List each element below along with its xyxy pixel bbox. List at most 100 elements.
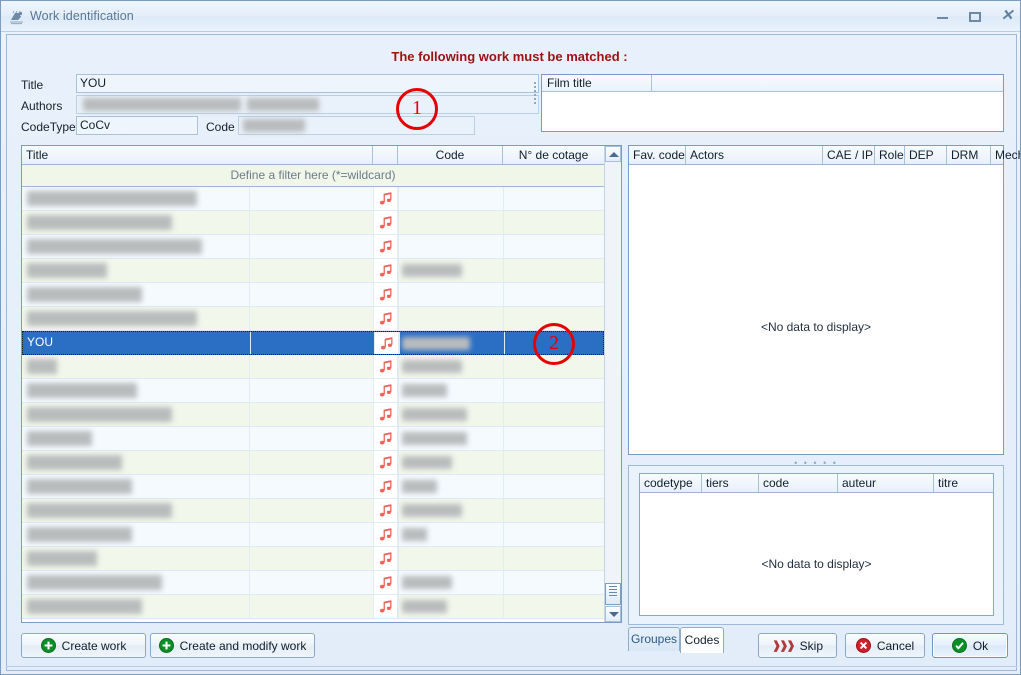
row-icon-cell[interactable] — [373, 451, 398, 474]
row-column-divider — [249, 403, 250, 426]
music-note-icon — [378, 311, 394, 327]
column-header-auteur[interactable]: auteur — [838, 474, 934, 492]
row-column-divider-2 — [398, 259, 399, 282]
annotation-1: 1 — [396, 88, 438, 130]
tab-groupes[interactable]: Groupes — [628, 627, 680, 651]
row-column-divider — [249, 379, 250, 402]
filter-row[interactable]: Define a filter here (*=wildcard) — [22, 165, 604, 187]
table-row[interactable] — [22, 235, 604, 259]
create-work-button[interactable]: Create work — [21, 633, 146, 658]
works-grid-scrollbar[interactable] — [604, 146, 621, 622]
row-icon-cell[interactable] — [373, 523, 398, 546]
table-row[interactable] — [22, 307, 604, 331]
table-row[interactable]: YOU — [22, 331, 604, 355]
title-field[interactable]: YOU — [76, 74, 539, 93]
row-column-divider-3 — [503, 571, 504, 594]
row-icon-cell[interactable] — [373, 355, 398, 378]
scroll-down-button[interactable] — [605, 606, 621, 622]
column-header-fav-code[interactable]: Fav. code — [629, 146, 686, 164]
row-icon-cell[interactable] — [373, 427, 398, 450]
row-column-divider — [250, 332, 251, 354]
row-column-divider-3 — [503, 427, 504, 450]
row-column-divider-3 — [503, 595, 504, 618]
column-header-title[interactable]: Title — [22, 146, 373, 164]
app-icon — [9, 9, 25, 25]
authors-redaction — [83, 98, 241, 111]
table-row[interactable] — [22, 427, 604, 451]
table-row[interactable] — [22, 187, 604, 211]
row-column-divider-3 — [503, 523, 504, 546]
column-header-drm[interactable]: DRM — [947, 146, 991, 164]
column-header-cotage[interactable]: N° de cotage — [503, 146, 604, 164]
column-header-titre[interactable]: titre — [934, 474, 993, 492]
scroll-up-button[interactable] — [605, 146, 621, 162]
row-icon-cell[interactable] — [373, 547, 398, 570]
row-icon-cell[interactable] — [373, 307, 398, 330]
skip-icon: ❱❱❱ — [772, 640, 796, 652]
row-column-divider-2 — [398, 283, 399, 306]
table-row[interactable] — [22, 355, 604, 379]
table-row[interactable] — [22, 595, 604, 619]
column-header-icon[interactable] — [373, 146, 398, 164]
row-column-divider — [249, 355, 250, 378]
row-icon-cell[interactable] — [373, 259, 398, 282]
minimize-button[interactable] — [934, 8, 952, 26]
window-title: Work identification — [30, 9, 134, 23]
close-button[interactable]: ✕ — [998, 7, 1016, 26]
column-header-role[interactable]: Role — [875, 146, 905, 164]
column-header-mech[interactable]: Mech — [991, 146, 1020, 164]
row-icon-cell[interactable] — [373, 499, 398, 522]
table-row[interactable] — [22, 523, 604, 547]
row-icon-cell[interactable] — [373, 379, 398, 402]
ok-button[interactable]: Ok — [932, 633, 1008, 658]
column-header-code[interactable]: Code — [398, 146, 503, 164]
table-row-title-redaction — [27, 215, 172, 230]
table-row[interactable] — [22, 475, 604, 499]
table-row[interactable] — [22, 379, 604, 403]
form-splitter[interactable] — [533, 80, 538, 128]
maximize-button[interactable] — [966, 8, 984, 26]
column-header-dep[interactable]: DEP — [905, 146, 947, 164]
row-icon-cell[interactable] — [374, 332, 399, 354]
row-icon-cell[interactable] — [373, 403, 398, 426]
column-header-actors[interactable]: Actors — [686, 146, 823, 164]
plus-circle-icon — [40, 638, 56, 653]
codetype-field[interactable]: CoCv — [76, 116, 198, 135]
table-row-code-redaction — [402, 600, 447, 613]
client-area: The following work must be matched : Tit… — [6, 34, 1020, 671]
create-and-modify-work-button[interactable]: Create and modify work — [150, 633, 315, 658]
column-header-code[interactable]: code — [759, 474, 838, 492]
row-icon-cell[interactable] — [373, 187, 398, 210]
column-header-cae-ipi[interactable]: CAE / IPI — [823, 146, 875, 164]
cancel-button[interactable]: Cancel — [845, 633, 925, 658]
row-column-divider-2 — [398, 307, 399, 330]
table-row[interactable] — [22, 571, 604, 595]
table-row-title-redaction — [27, 551, 97, 566]
table-row[interactable] — [22, 451, 604, 475]
music-note-icon — [378, 575, 394, 591]
film-title-panel: Film title — [541, 74, 1004, 132]
row-icon-cell[interactable] — [373, 211, 398, 234]
film-title-column-header[interactable]: Film title — [542, 75, 652, 91]
table-row[interactable] — [22, 499, 604, 523]
column-header-tiers[interactable]: tiers — [702, 474, 759, 492]
row-icon-cell[interactable] — [373, 283, 398, 306]
table-row[interactable] — [22, 547, 604, 571]
scrollbar-thumb[interactable] — [605, 583, 621, 605]
film-title-column-header-2[interactable] — [652, 75, 1003, 91]
row-icon-cell[interactable] — [373, 571, 398, 594]
table-row[interactable] — [22, 259, 604, 283]
annotation-2: 2 — [533, 323, 575, 365]
row-icon-cell[interactable] — [373, 595, 398, 618]
row-icon-cell[interactable] — [373, 475, 398, 498]
skip-button[interactable]: ❱❱❱ Skip — [758, 633, 837, 658]
table-row[interactable] — [22, 403, 604, 427]
row-column-divider — [249, 475, 250, 498]
column-header-codetype[interactable]: codetype — [640, 474, 702, 492]
tab-codes[interactable]: Codes — [680, 627, 724, 653]
row-icon-cell[interactable] — [373, 235, 398, 258]
table-row[interactable] — [22, 211, 604, 235]
table-row[interactable] — [22, 283, 604, 307]
table-row-code-redaction — [402, 408, 467, 421]
row-column-divider-3 — [503, 211, 504, 234]
